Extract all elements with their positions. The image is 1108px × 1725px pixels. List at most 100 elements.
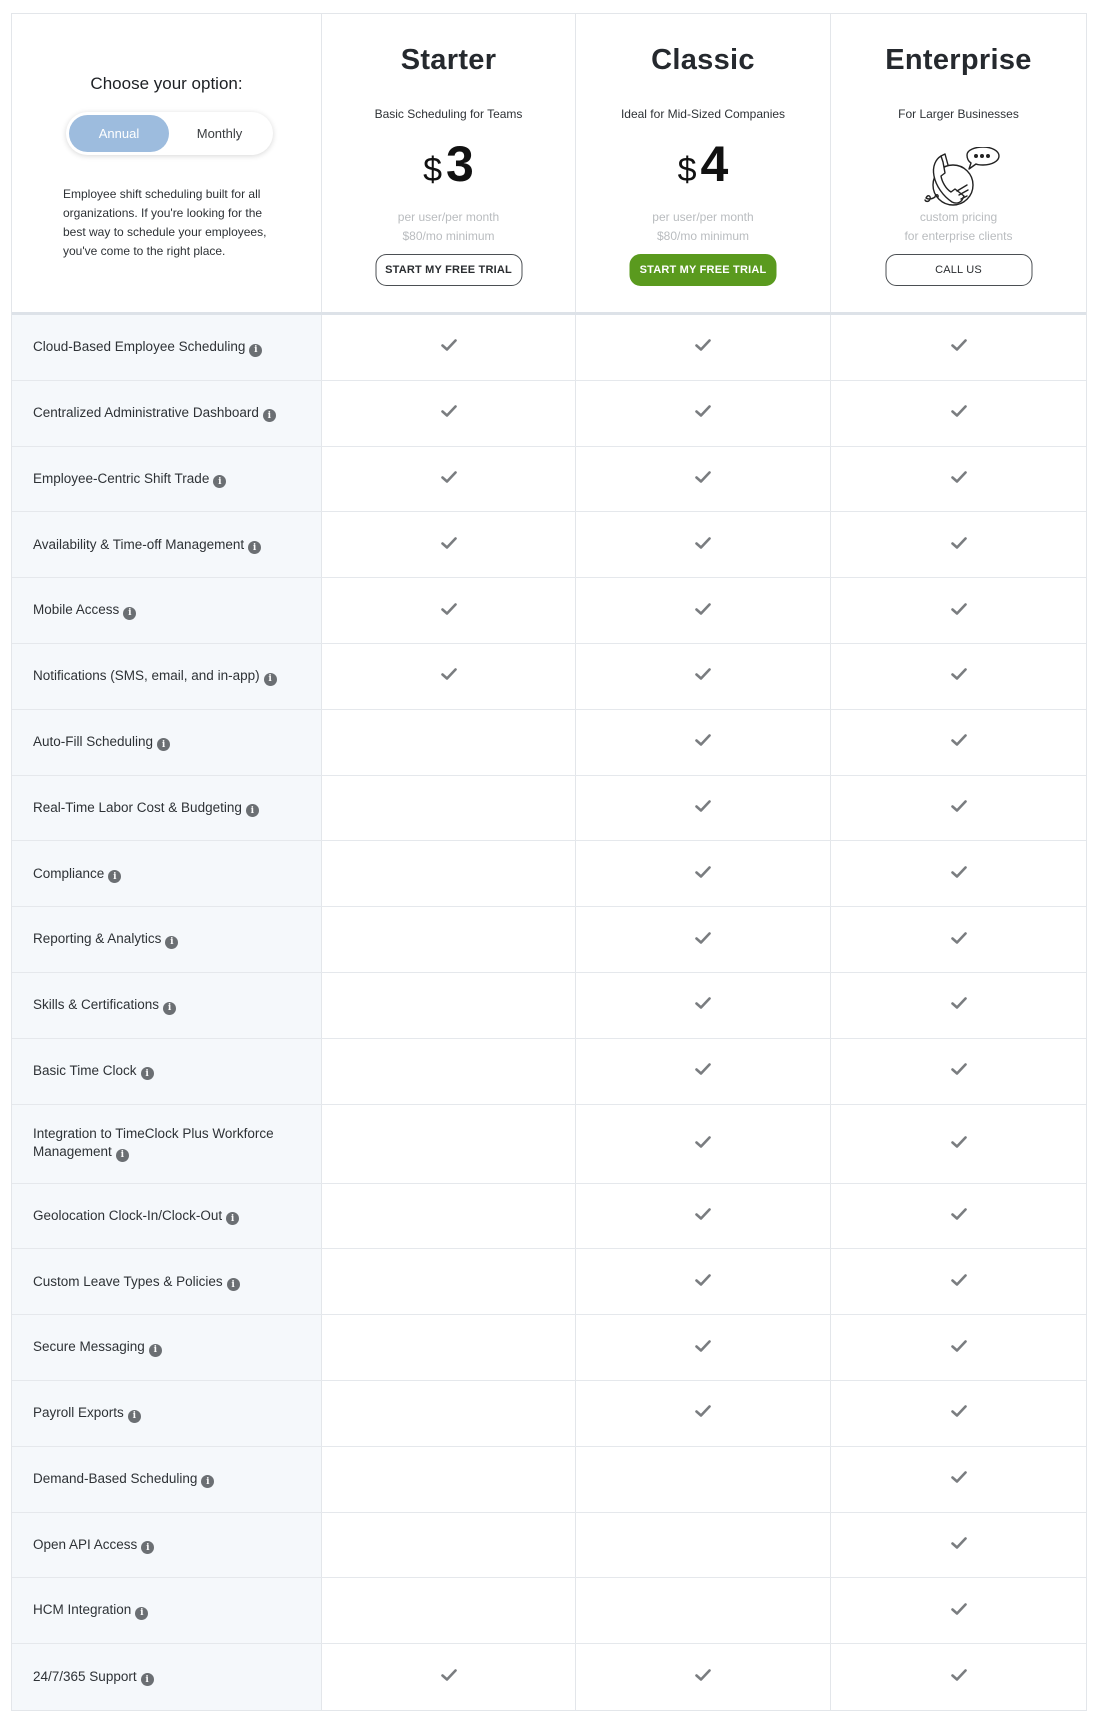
feature-label-cell: Secure Messaging i <box>12 1315 322 1380</box>
info-icon[interactable]: i <box>135 1606 149 1620</box>
info-icon[interactable]: i <box>140 1067 154 1081</box>
feature-label-text: Mobile Access <box>33 602 120 618</box>
toggle-monthly[interactable]: Monthly <box>169 115 270 152</box>
plan-price: $ 4 <box>576 139 830 190</box>
info-icon[interactable]: i <box>115 1148 129 1162</box>
feature-label-cell: Mobile Access i <box>12 578 322 643</box>
check-icon <box>950 1668 967 1686</box>
info-icon[interactable]: i <box>163 1001 177 1015</box>
check-icon <box>950 799 967 817</box>
feature-cell-enterprise <box>831 447 1086 512</box>
check-icon <box>695 1273 711 1291</box>
info-icon[interactable]: i <box>148 1343 162 1357</box>
feature-cell-enterprise <box>831 1039 1086 1104</box>
feature-cell-classic <box>576 315 831 380</box>
check-icon <box>695 404 711 422</box>
info-icon[interactable]: i <box>123 606 137 620</box>
feature-cell-classic <box>576 1038 831 1104</box>
plan-name: Starter <box>400 44 497 76</box>
info-icon[interactable]: i <box>127 1409 141 1423</box>
info-icon[interactable]: i <box>213 475 227 489</box>
start-free-trial-button-starter[interactable]: START MY FREE TRIAL <box>375 254 522 286</box>
feature-label-cell: HCM Integration i <box>12 1578 322 1644</box>
feature-row: Custom Leave Types & Policies i <box>12 1249 1086 1316</box>
price-amount: 3 <box>446 136 474 192</box>
feature-row: Open API Access i <box>12 1512 1086 1579</box>
toggle-annual[interactable]: Annual <box>69 115 169 152</box>
check-icon <box>695 865 711 883</box>
feature-row: Geolocation Clock-In/Clock-Out i <box>12 1183 1086 1250</box>
start-free-trial-button-classic[interactable]: START MY FREE TRIAL <box>629 254 777 286</box>
info-icon[interactable]: i <box>248 541 262 555</box>
info-icon[interactable]: i <box>226 1212 240 1226</box>
feature-row: Compliance i <box>12 841 1086 908</box>
price-note-line1: per user/per month <box>397 210 500 224</box>
feature-label: Availability & Time-off Management i <box>33 536 262 555</box>
feature-label: 24/7/365 Support i <box>33 1668 154 1687</box>
info-icon[interactable]: i <box>140 1673 154 1687</box>
feature-label-text: Integration to TimeClock Plus Workforce … <box>33 1126 274 1160</box>
feature-label-text: Custom Leave Types & Policies <box>33 1273 223 1289</box>
check-icon <box>695 733 711 751</box>
check-icon <box>950 1536 967 1554</box>
check-icon <box>950 1339 967 1357</box>
billing-period-toggle[interactable]: Annual Monthly <box>66 112 273 155</box>
feature-row: Real-Time Labor Cost & Budgeting i <box>12 775 1086 842</box>
feature-label-cell: Auto-Fill Scheduling i <box>12 709 322 775</box>
info-icon[interactable]: i <box>141 1541 155 1555</box>
info-icon[interactable]: i <box>262 409 276 423</box>
info-icon[interactable]: i <box>108 870 122 884</box>
check-icon <box>695 470 711 488</box>
info-icon[interactable]: i <box>226 1278 240 1291</box>
intro-description: Employee shift scheduling built for all … <box>63 187 267 258</box>
feature-cell-classic <box>576 1104 831 1183</box>
info-icon[interactable]: i <box>249 343 263 357</box>
check-icon <box>695 1404 711 1422</box>
feature-label: Integration to TimeClock Plus Workforce … <box>33 1125 291 1162</box>
feature-label: Compliance i <box>33 865 122 884</box>
call-us-button[interactable]: CALL US <box>885 254 1032 286</box>
check-icon <box>950 996 967 1014</box>
feature-cell-enterprise <box>831 644 1086 709</box>
feature-cell-enterprise <box>831 1184 1086 1249</box>
feature-cell-classic <box>576 1183 831 1249</box>
feature-list: Cloud-Based Employee Scheduling i Centrali… <box>12 315 1086 1710</box>
price-note-line1: per user/per month <box>652 210 754 224</box>
info-icon[interactable]: i <box>165 935 179 949</box>
feature-label-text: Secure Messaging <box>33 1339 145 1355</box>
plan-price: $ 3 <box>322 139 575 190</box>
feature-cell-enterprise <box>831 841 1086 906</box>
feature-cell-starter <box>322 1446 576 1512</box>
info-icon[interactable]: i <box>263 672 277 686</box>
check-icon <box>950 667 967 685</box>
info-icon[interactable]: i <box>201 1475 215 1489</box>
price-note-line2: $80/mo minimum <box>402 229 495 243</box>
feature-cell-classic <box>576 578 831 643</box>
feature-cell-starter <box>322 1578 576 1644</box>
check-icon <box>440 470 457 488</box>
feature-label-cell: Geolocation Clock-In/Clock-Out i <box>12 1183 322 1249</box>
feature-row: Reporting & Analytics i <box>12 907 1086 973</box>
price-note-line1: custom pricing <box>919 210 998 224</box>
feature-label: Employee-Centric Shift Trade i <box>33 470 227 489</box>
feature-cell-classic <box>576 1446 831 1512</box>
feature-row: Employee-Centric Shift Trade i <box>12 446 1086 513</box>
feature-label: Custom Leave Types & Policies i <box>33 1273 240 1291</box>
feature-cell-starter <box>322 380 576 446</box>
feature-label-cell: Custom Leave Types & Policies i <box>12 1249 322 1315</box>
feature-label-cell: 24/7/365 Support i <box>12 1644 322 1710</box>
check-icon <box>950 536 967 554</box>
check-icon <box>950 338 967 356</box>
feature-cell-classic <box>576 841 831 907</box>
price-note: per user/per month $80/mo minimum <box>322 208 575 246</box>
feature-label-cell: Centralized Administrative Dashboard i <box>12 380 322 446</box>
check-icon <box>695 667 711 685</box>
info-icon[interactable]: i <box>245 804 259 818</box>
check-icon <box>950 733 967 751</box>
info-icon[interactable]: i <box>157 738 171 752</box>
feature-label: Centralized Administrative Dashboard i <box>33 404 276 423</box>
check-icon <box>950 1404 967 1422</box>
check-icon <box>950 931 967 949</box>
feature-label: Open API Access i <box>33 1536 155 1555</box>
feature-cell-starter <box>322 1183 576 1249</box>
